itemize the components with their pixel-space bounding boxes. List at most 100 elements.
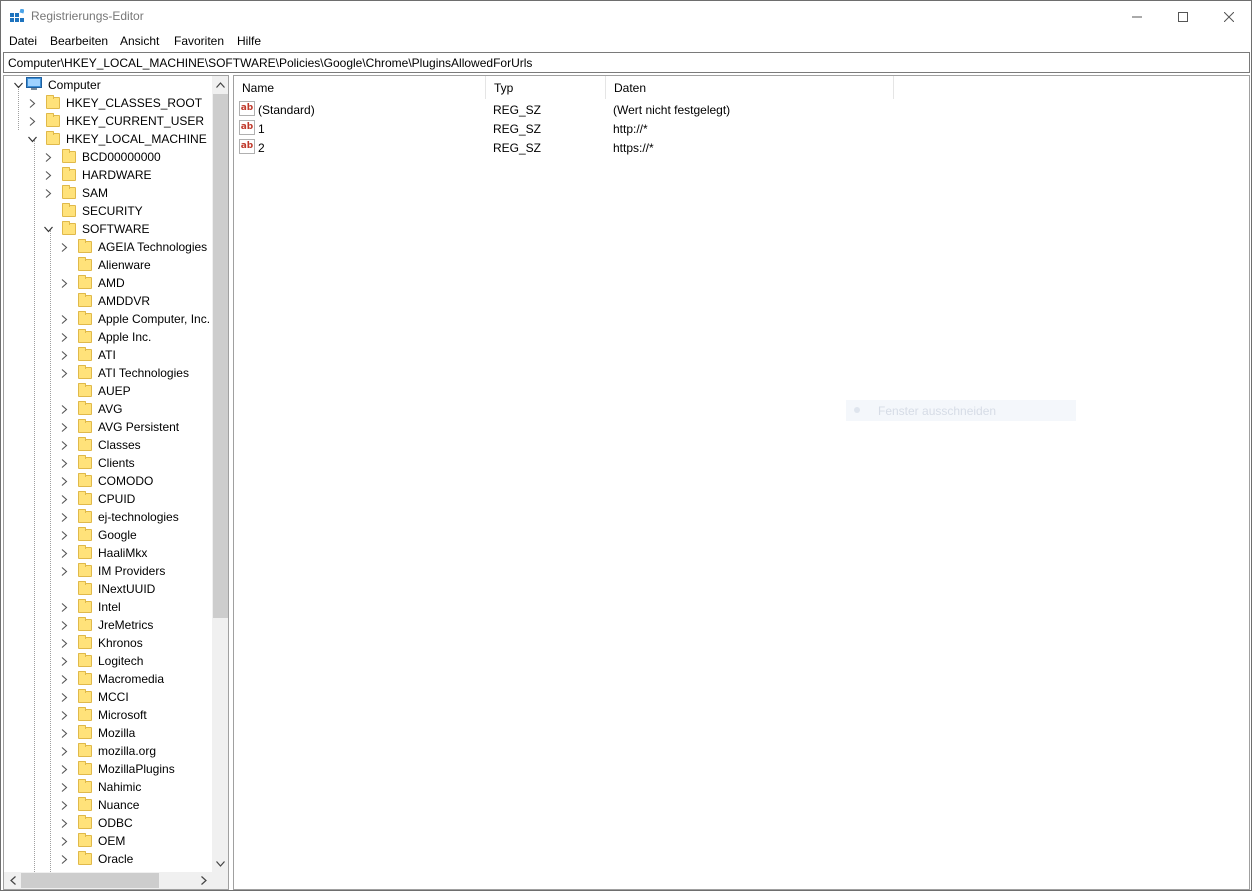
menu-hilfe[interactable]: Hilfe bbox=[237, 34, 261, 48]
chevron-right-icon[interactable] bbox=[58, 511, 70, 523]
chevron-right-icon[interactable] bbox=[58, 403, 70, 415]
column-header-daten[interactable]: Daten bbox=[606, 76, 894, 99]
tree-item[interactable]: Computer bbox=[12, 76, 101, 94]
tree-item[interactable]: Khronos bbox=[58, 634, 143, 652]
tree-item[interactable]: HKEY_LOCAL_MACHINE bbox=[26, 130, 207, 148]
tree-item[interactable]: HaaliMkx bbox=[58, 544, 147, 562]
chevron-right-icon[interactable] bbox=[58, 727, 70, 739]
tree-item[interactable]: ODBC bbox=[58, 814, 133, 832]
chevron-right-icon[interactable] bbox=[58, 439, 70, 451]
tree-item[interactable]: AMD bbox=[58, 274, 125, 292]
tree-item[interactable]: ATI Technologies bbox=[58, 364, 189, 382]
tree-item[interactable]: Apple Inc. bbox=[58, 328, 151, 346]
tree-item[interactable]: IM Providers bbox=[58, 562, 165, 580]
tree-item[interactable]: mozilla.org bbox=[58, 742, 156, 760]
tree-item[interactable]: HARDWARE bbox=[42, 166, 152, 184]
chevron-right-icon[interactable] bbox=[58, 331, 70, 343]
chevron-right-icon[interactable] bbox=[58, 601, 70, 613]
chevron-right-icon[interactable] bbox=[58, 547, 70, 559]
tree-item[interactable]: Oracle bbox=[58, 850, 133, 868]
list-row[interactable]: ab 1 REG_SZ http://* bbox=[234, 119, 1249, 138]
chevron-right-icon[interactable] bbox=[58, 655, 70, 667]
tree-item[interactable]: BCD00000000 bbox=[42, 148, 161, 166]
tree-item[interactable]: HKEY_CURRENT_USER bbox=[26, 112, 204, 130]
tree-item[interactable]: INextUUID bbox=[58, 580, 155, 598]
chevron-right-icon[interactable] bbox=[58, 349, 70, 361]
tree-item[interactable]: SECURITY bbox=[42, 202, 143, 220]
tree-horizontal-scroll-thumb[interactable] bbox=[21, 873, 159, 888]
tree-item[interactable]: CPUID bbox=[58, 490, 135, 508]
tree-item[interactable]: MozillaPlugins bbox=[58, 760, 175, 778]
scroll-right-icon[interactable] bbox=[195, 872, 212, 889]
tree-vertical-scrollbar[interactable] bbox=[212, 76, 228, 872]
tree-item[interactable]: Mozilla bbox=[58, 724, 135, 742]
tree-vertical-scroll-thumb[interactable] bbox=[213, 94, 228, 618]
chevron-right-icon[interactable] bbox=[58, 619, 70, 631]
tree-item[interactable]: Classes bbox=[58, 436, 141, 454]
maximize-button[interactable] bbox=[1160, 1, 1206, 32]
menu-bearbeiten[interactable]: Bearbeiten bbox=[50, 34, 108, 48]
tree-item[interactable]: AVG Persistent bbox=[58, 418, 179, 436]
chevron-right-icon[interactable] bbox=[58, 241, 70, 253]
chevron-down-icon[interactable] bbox=[26, 133, 38, 145]
menu-ansicht[interactable]: Ansicht bbox=[120, 34, 159, 48]
tree-item[interactable]: Nuance bbox=[58, 796, 139, 814]
chevron-right-icon[interactable] bbox=[58, 637, 70, 649]
chevron-right-icon[interactable] bbox=[58, 277, 70, 289]
tree-item[interactable]: Alienware bbox=[58, 256, 151, 274]
chevron-right-icon[interactable] bbox=[58, 817, 70, 829]
tree-item[interactable]: COMODO bbox=[58, 472, 153, 490]
chevron-right-icon[interactable] bbox=[26, 97, 38, 109]
minimize-button[interactable] bbox=[1114, 1, 1160, 32]
chevron-right-icon[interactable] bbox=[58, 763, 70, 775]
chevron-right-icon[interactable] bbox=[58, 421, 70, 433]
registry-tree[interactable]: Oracle OEM ODBC Nuance Nahimic MozillaPlugins… bbox=[3, 75, 229, 890]
address-bar[interactable]: Computer\HKEY_LOCAL_MACHINE\SOFTWARE\Pol… bbox=[3, 52, 1250, 73]
close-button[interactable] bbox=[1206, 1, 1252, 32]
chevron-right-icon[interactable] bbox=[58, 457, 70, 469]
tree-item[interactable]: Nahimic bbox=[58, 778, 141, 796]
tree-item[interactable]: AMDDVR bbox=[58, 292, 150, 310]
tree-item[interactable]: SOFTWARE bbox=[42, 220, 150, 238]
chevron-right-icon[interactable] bbox=[58, 529, 70, 541]
chevron-right-icon[interactable] bbox=[58, 691, 70, 703]
scroll-down-icon[interactable] bbox=[212, 855, 228, 872]
tree-item[interactable]: Google bbox=[58, 526, 137, 544]
chevron-right-icon[interactable] bbox=[58, 367, 70, 379]
tree-item[interactable]: Logitech bbox=[58, 652, 143, 670]
tree-item[interactable]: OEM bbox=[58, 832, 125, 850]
chevron-right-icon[interactable] bbox=[58, 673, 70, 685]
tree-item[interactable]: AGEIA Technologies bbox=[58, 238, 207, 256]
chevron-right-icon[interactable] bbox=[58, 799, 70, 811]
title-bar[interactable]: Registrierungs-Editor bbox=[1, 1, 1251, 32]
chevron-right-icon[interactable] bbox=[26, 115, 38, 127]
tree-item[interactable]: ej-technologies bbox=[58, 508, 179, 526]
tree-item[interactable]: Macromedia bbox=[58, 670, 164, 688]
tree-item[interactable]: Microsoft bbox=[58, 706, 147, 724]
list-row[interactable]: ab (Standard) REG_SZ (Wert nicht festgelegt… bbox=[234, 100, 1249, 119]
chevron-right-icon[interactable] bbox=[58, 745, 70, 757]
list-row[interactable]: ab 2 REG_SZ https://* bbox=[234, 138, 1249, 157]
chevron-right-icon[interactable] bbox=[42, 169, 54, 181]
scroll-up-icon[interactable] bbox=[212, 76, 228, 93]
chevron-right-icon[interactable] bbox=[58, 709, 70, 721]
chevron-right-icon[interactable] bbox=[58, 853, 70, 865]
tree-item[interactable]: HKEY_CLASSES_ROOT bbox=[26, 94, 202, 112]
values-list[interactable]: Name Typ Daten ab (Standard) REG_SZ (Wert n… bbox=[233, 75, 1250, 890]
column-header-name[interactable]: Name bbox=[234, 76, 486, 99]
tree-item[interactable]: JreMetrics bbox=[58, 616, 153, 634]
tree-item[interactable]: SAM bbox=[42, 184, 108, 202]
tree-item[interactable]: MCCI bbox=[58, 688, 129, 706]
menu-favoriten[interactable]: Favoriten bbox=[174, 34, 224, 48]
tree-item[interactable]: AUEP bbox=[58, 382, 131, 400]
scroll-left-icon[interactable] bbox=[4, 872, 21, 889]
menu-datei[interactable]: Datei bbox=[9, 34, 37, 48]
chevron-right-icon[interactable] bbox=[58, 835, 70, 847]
tree-item[interactable]: Apple Computer, Inc. bbox=[58, 310, 210, 328]
chevron-right-icon[interactable] bbox=[58, 781, 70, 793]
chevron-right-icon[interactable] bbox=[58, 313, 70, 325]
tree-item[interactable]: AVG bbox=[58, 400, 122, 418]
tree-item[interactable]: ATI bbox=[58, 346, 116, 364]
tree-item[interactable]: Clients bbox=[58, 454, 135, 472]
chevron-right-icon[interactable] bbox=[58, 493, 70, 505]
